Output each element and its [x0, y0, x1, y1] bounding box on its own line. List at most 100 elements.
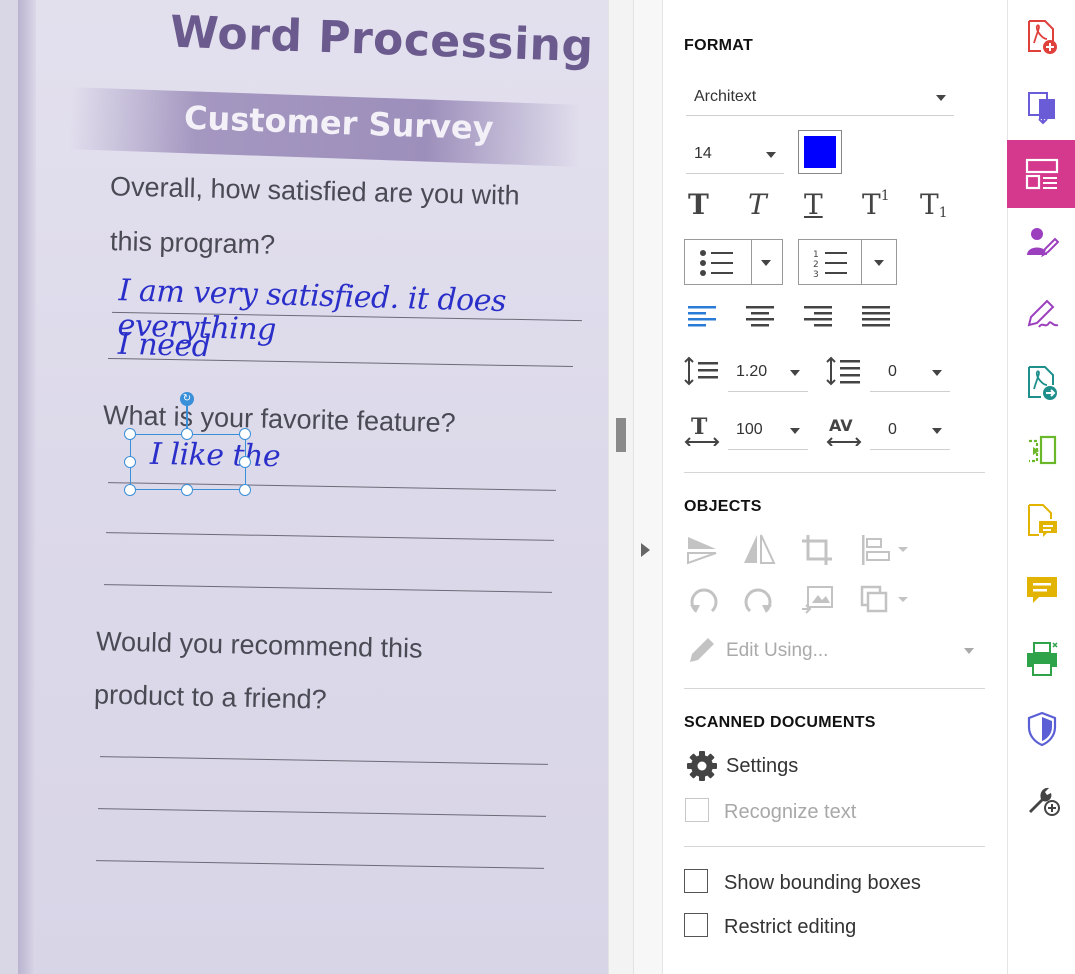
- superscript-icon[interactable]: T1: [862, 188, 890, 221]
- panel-gutter: [634, 0, 662, 974]
- edit-using-dropdown[interactable]: Edit Using...: [686, 632, 984, 670]
- organize-pages-tool[interactable]: [1007, 416, 1075, 484]
- chevron-down-icon: [936, 94, 946, 101]
- comment-document-icon: [1028, 504, 1057, 537]
- svg-text:3: 3: [813, 270, 819, 278]
- svg-text:AV: AV: [829, 416, 853, 435]
- gear-icon[interactable]: [686, 750, 718, 782]
- font-family-value: Architext: [694, 87, 757, 105]
- chevron-down-icon: [790, 427, 800, 434]
- send-pdf-icon: [1028, 366, 1057, 400]
- chevron-down-icon: [932, 427, 942, 434]
- flip-vertical-icon[interactable]: [686, 533, 720, 567]
- shield-icon: [1027, 711, 1057, 747]
- fill-and-sign-tool[interactable]: [1007, 280, 1075, 348]
- edit-pdf-icon: [1025, 158, 1059, 190]
- rotate-left-icon[interactable]: [686, 583, 720, 617]
- align-objects-icon[interactable]: [860, 533, 910, 567]
- wrench-plus-icon: [1029, 787, 1060, 816]
- section-divider: [684, 846, 985, 847]
- edit-pdf-tool[interactable]: [1007, 140, 1075, 208]
- svg-text:1: 1: [813, 250, 819, 260]
- paragraph-spacing-dropdown[interactable]: 0: [870, 352, 950, 392]
- align-left-icon[interactable]: [688, 306, 718, 328]
- chevron-down-icon: [932, 369, 942, 376]
- bold-text-icon[interactable]: T: [688, 188, 709, 221]
- selection-box[interactable]: [130, 434, 246, 490]
- resize-handle-ne[interactable]: [239, 428, 251, 440]
- recognize-text-checkbox[interactable]: [685, 798, 709, 822]
- request-signatures-icon: [1027, 228, 1059, 258]
- paragraph-spacing-value: 0: [888, 362, 897, 380]
- more-tools-tool[interactable]: [1007, 764, 1075, 832]
- resize-handle-nw[interactable]: [124, 428, 136, 440]
- bullet-list-icon: [700, 250, 733, 276]
- italic-text-icon[interactable]: T: [748, 188, 767, 221]
- line-spacing-value: 1.20: [736, 362, 768, 380]
- resize-handle-s[interactable]: [181, 484, 193, 496]
- printer-icon: [1027, 642, 1058, 676]
- chevron-down-icon[interactable]: [874, 260, 884, 266]
- arrange-objects-icon[interactable]: [860, 583, 910, 617]
- rotate-handle[interactable]: ↻: [180, 392, 194, 406]
- bullet-list-button[interactable]: [684, 239, 783, 285]
- document-view[interactable]: Word Processing Customer Survey Overall,…: [0, 0, 608, 974]
- text-color-picker[interactable]: [798, 130, 842, 174]
- comment-document-tool[interactable]: [1007, 486, 1075, 554]
- resize-handle-se[interactable]: [239, 484, 251, 496]
- organize-pages-icon: [1029, 435, 1057, 465]
- recognize-text-label: Recognize text: [724, 801, 857, 823]
- align-justify-icon[interactable]: [862, 306, 892, 328]
- character-spacing-dropdown[interactable]: 0: [870, 410, 950, 450]
- comment-tool[interactable]: [1007, 556, 1075, 624]
- font-size-dropdown[interactable]: 14: [686, 134, 784, 174]
- character-spacing-icon: AV: [826, 416, 862, 446]
- show-bounding-boxes-checkbox[interactable]: [684, 869, 708, 893]
- resize-handle-sw[interactable]: [124, 484, 136, 496]
- restrict-editing-checkbox[interactable]: [684, 913, 708, 937]
- character-spacing-value: 0: [888, 420, 897, 438]
- chevron-down-icon: [964, 648, 974, 654]
- vertical-scrollbar[interactable]: [608, 0, 634, 974]
- collapse-panel-arrow-icon[interactable]: [641, 543, 650, 557]
- chevron-down-icon: [790, 369, 800, 376]
- edit-using-label: Edit Using...: [726, 640, 829, 661]
- numbered-list-icon: 1 2 3: [813, 250, 847, 278]
- text-color-swatch: [804, 136, 836, 168]
- font-size-value: 14: [694, 144, 712, 162]
- resize-handle-e[interactable]: [239, 456, 251, 468]
- crop-icon[interactable]: [800, 533, 834, 567]
- align-right-icon[interactable]: [804, 306, 834, 328]
- restrict-editing-label: Restrict editing: [724, 916, 857, 938]
- question-3-line-2: product to a friend?: [93, 679, 327, 715]
- font-family-dropdown[interactable]: Architext: [686, 78, 954, 116]
- app-window: Word Processing Customer Survey Overall,…: [0, 0, 1075, 974]
- print-production-tool[interactable]: [1007, 624, 1075, 692]
- create-pdf-tool[interactable]: [1007, 2, 1075, 70]
- line-spacing-dropdown[interactable]: 1.20: [728, 352, 808, 392]
- create-pdf-icon: [1028, 20, 1057, 54]
- line-spacing-icon: [684, 356, 718, 386]
- settings-label[interactable]: Settings: [726, 755, 798, 778]
- show-bounding-boxes-label: Show bounding boxes: [724, 872, 921, 894]
- subscript-icon[interactable]: T1: [920, 188, 948, 221]
- numbered-list-button[interactable]: 1 2 3: [798, 239, 897, 285]
- flip-horizontal-icon[interactable]: [742, 533, 776, 567]
- align-center-icon[interactable]: [746, 306, 776, 328]
- export-pdf-tool[interactable]: [1007, 72, 1075, 140]
- underline-text-icon[interactable]: T: [804, 188, 823, 221]
- request-signatures-tool[interactable]: [1007, 208, 1075, 276]
- chevron-down-icon[interactable]: [761, 260, 771, 266]
- replace-image-icon[interactable]: [800, 583, 834, 617]
- protect-tool[interactable]: [1007, 694, 1075, 762]
- resize-handle-w[interactable]: [124, 456, 136, 468]
- question-1-line-2: this program?: [109, 226, 276, 260]
- export-pdf-icon: [1028, 92, 1055, 125]
- rotate-right-icon[interactable]: [742, 583, 776, 617]
- svg-text:T: T: [691, 414, 708, 440]
- resize-handle-n[interactable]: [181, 428, 193, 440]
- horizontal-scale-dropdown[interactable]: 100: [728, 410, 808, 450]
- scrollbar-thumb[interactable]: [616, 418, 626, 452]
- scanned-documents-heading: SCANNED DOCUMENTS: [684, 714, 876, 731]
- send-for-review-tool[interactable]: [1007, 348, 1075, 416]
